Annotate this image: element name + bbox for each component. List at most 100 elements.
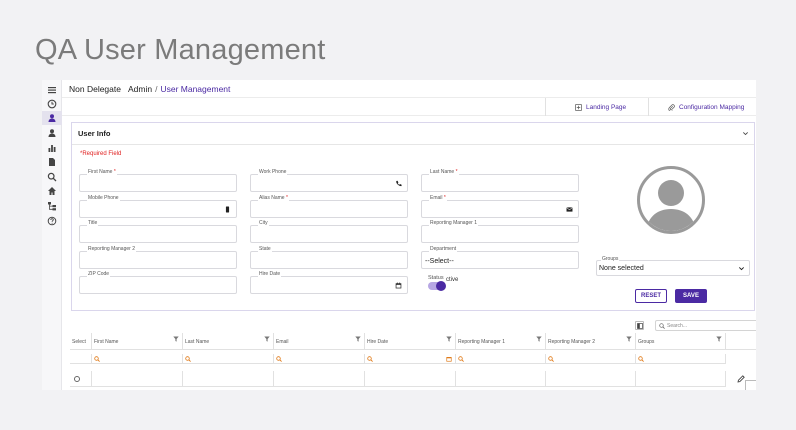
calendar-icon[interactable] bbox=[395, 282, 402, 289]
status-toggle[interactable] bbox=[428, 281, 446, 291]
zip-code-field[interactable]: ZIP Code bbox=[79, 271, 237, 294]
column-header-first-name[interactable]: First Name bbox=[92, 333, 183, 350]
reporting-manager-1-label: Reporting Manager 1 bbox=[429, 220, 478, 226]
city-field[interactable]: City bbox=[250, 220, 408, 243]
last-name-field[interactable]: Last Name * bbox=[421, 169, 579, 192]
groups-label: Groups bbox=[601, 256, 620, 262]
state-field[interactable]: State bbox=[250, 246, 408, 269]
home-box-icon bbox=[575, 103, 582, 111]
menu-icon[interactable] bbox=[46, 84, 58, 96]
first-name-field[interactable]: First Name * bbox=[79, 169, 237, 192]
hire-date-label: Hire Date bbox=[258, 271, 282, 277]
pencil-icon[interactable] bbox=[737, 375, 745, 383]
card-title: User Info bbox=[78, 129, 111, 138]
tab-label: Configuration Mapping bbox=[679, 103, 745, 111]
users-grid: Select First Name Last Name Email Hire D… bbox=[70, 333, 756, 390]
status-text: ctive bbox=[446, 277, 459, 283]
table-cell bbox=[546, 371, 636, 387]
card-header[interactable]: User Info bbox=[72, 123, 754, 145]
hire-date-field[interactable]: Hire Date bbox=[250, 271, 408, 294]
row-select-radio[interactable] bbox=[74, 376, 80, 382]
page-title: QA User Management bbox=[35, 34, 326, 66]
breadcrumb-admin[interactable]: Admin bbox=[128, 84, 152, 94]
filter-icon[interactable] bbox=[264, 336, 270, 342]
title-field[interactable]: Title bbox=[79, 220, 237, 243]
search-icon bbox=[458, 356, 464, 362]
envelope-icon bbox=[566, 207, 573, 212]
help-icon[interactable] bbox=[46, 215, 58, 227]
filter-icon[interactable] bbox=[626, 336, 632, 342]
avatar[interactable] bbox=[637, 166, 705, 234]
column-header-reporting-manager-2[interactable]: Reporting Manager 2 bbox=[546, 333, 636, 350]
filter-first-name-input[interactable] bbox=[92, 354, 183, 364]
bar-chart-icon[interactable] bbox=[46, 142, 58, 154]
table-row-select bbox=[70, 371, 92, 387]
work-phone-label: Work Phone bbox=[258, 169, 288, 175]
filter-reporting-manager-2-input[interactable] bbox=[546, 354, 636, 364]
paperclip-icon bbox=[668, 103, 675, 111]
search-icon bbox=[638, 356, 644, 362]
city-label: City bbox=[258, 220, 269, 226]
column-header-email[interactable]: Email bbox=[274, 333, 365, 350]
filter-last-name-input[interactable] bbox=[183, 354, 274, 364]
column-header-groups[interactable]: Groups bbox=[636, 333, 726, 350]
state-label: State bbox=[258, 246, 272, 252]
work-phone-field[interactable]: Work Phone bbox=[250, 169, 408, 192]
reporting-manager-2-field[interactable]: Reporting Manager 2 bbox=[79, 246, 237, 269]
save-button[interactable]: SAVE bbox=[675, 289, 707, 303]
column-header-hire-date[interactable]: Hire Date bbox=[365, 333, 456, 350]
alias-name-field[interactable]: Alias Name * bbox=[250, 195, 408, 218]
clock-icon[interactable] bbox=[46, 98, 58, 110]
filter-icon[interactable] bbox=[173, 336, 179, 342]
search-icon bbox=[276, 356, 282, 362]
department-select[interactable]: Department --Select-- bbox=[421, 246, 579, 269]
filter-reporting-manager-1-input[interactable] bbox=[456, 354, 546, 364]
filter-icon[interactable] bbox=[716, 336, 722, 342]
filter-icon[interactable] bbox=[536, 336, 542, 342]
user-management-icon[interactable] bbox=[42, 111, 62, 125]
row-action-button[interactable] bbox=[745, 380, 756, 390]
column-header-select: Select bbox=[70, 333, 92, 350]
filter-groups-input[interactable] bbox=[636, 354, 726, 364]
email-field[interactable]: Email * bbox=[421, 195, 579, 218]
breadcrumb-separator: / bbox=[155, 84, 158, 94]
email-label: Email bbox=[430, 195, 443, 201]
user-icon[interactable] bbox=[46, 127, 58, 139]
grid-search-input[interactable]: Search... bbox=[655, 320, 756, 331]
zip-code-label: ZIP Code bbox=[87, 271, 111, 277]
filter-icon[interactable] bbox=[355, 336, 361, 342]
column-toggle-icon[interactable] bbox=[635, 321, 644, 330]
groups-multiselect[interactable]: Groups None selected bbox=[596, 256, 750, 276]
required-star: * bbox=[443, 195, 446, 201]
mobile-phone-field[interactable]: Mobile Phone bbox=[79, 195, 237, 218]
delegate-label[interactable]: Non Delegate bbox=[69, 84, 121, 94]
search-icon[interactable] bbox=[46, 171, 58, 183]
tab-landing-page[interactable]: Landing Page bbox=[545, 98, 648, 116]
table-cell bbox=[365, 371, 456, 387]
filter-email-input[interactable] bbox=[274, 354, 365, 364]
document-icon[interactable] bbox=[46, 156, 58, 168]
column-header-last-name[interactable]: Last Name bbox=[183, 333, 274, 350]
search-icon bbox=[367, 356, 373, 362]
search-icon bbox=[548, 356, 554, 362]
home-icon[interactable] bbox=[46, 185, 58, 197]
person-silhouette-icon bbox=[646, 180, 696, 231]
filter-icon[interactable] bbox=[446, 336, 452, 342]
department-label: Department bbox=[429, 246, 458, 252]
toggle-knob bbox=[436, 281, 446, 291]
groups-value: None selected bbox=[599, 265, 644, 272]
calendar-icon[interactable] bbox=[446, 356, 452, 362]
reset-button[interactable]: RESET bbox=[635, 289, 667, 303]
user-info-card: User Info *Required Field First Name * W… bbox=[71, 122, 755, 311]
department-value: --Select-- bbox=[425, 258, 454, 265]
hierarchy-icon[interactable] bbox=[46, 200, 58, 212]
column-header-actions bbox=[726, 333, 756, 350]
tab-configuration-mapping[interactable]: Configuration Mapping bbox=[648, 98, 756, 116]
filter-cell bbox=[70, 354, 92, 364]
reporting-manager-1-field[interactable]: Reporting Manager 1 bbox=[421, 220, 579, 243]
filter-hire-date-input[interactable] bbox=[365, 354, 456, 364]
chevron-down-icon[interactable] bbox=[742, 130, 749, 137]
app-window: Non Delegate Admin / User Management Landi… bbox=[42, 80, 756, 390]
column-header-reporting-manager-1[interactable]: Reporting Manager 1 bbox=[456, 333, 546, 350]
search-icon bbox=[185, 356, 191, 362]
